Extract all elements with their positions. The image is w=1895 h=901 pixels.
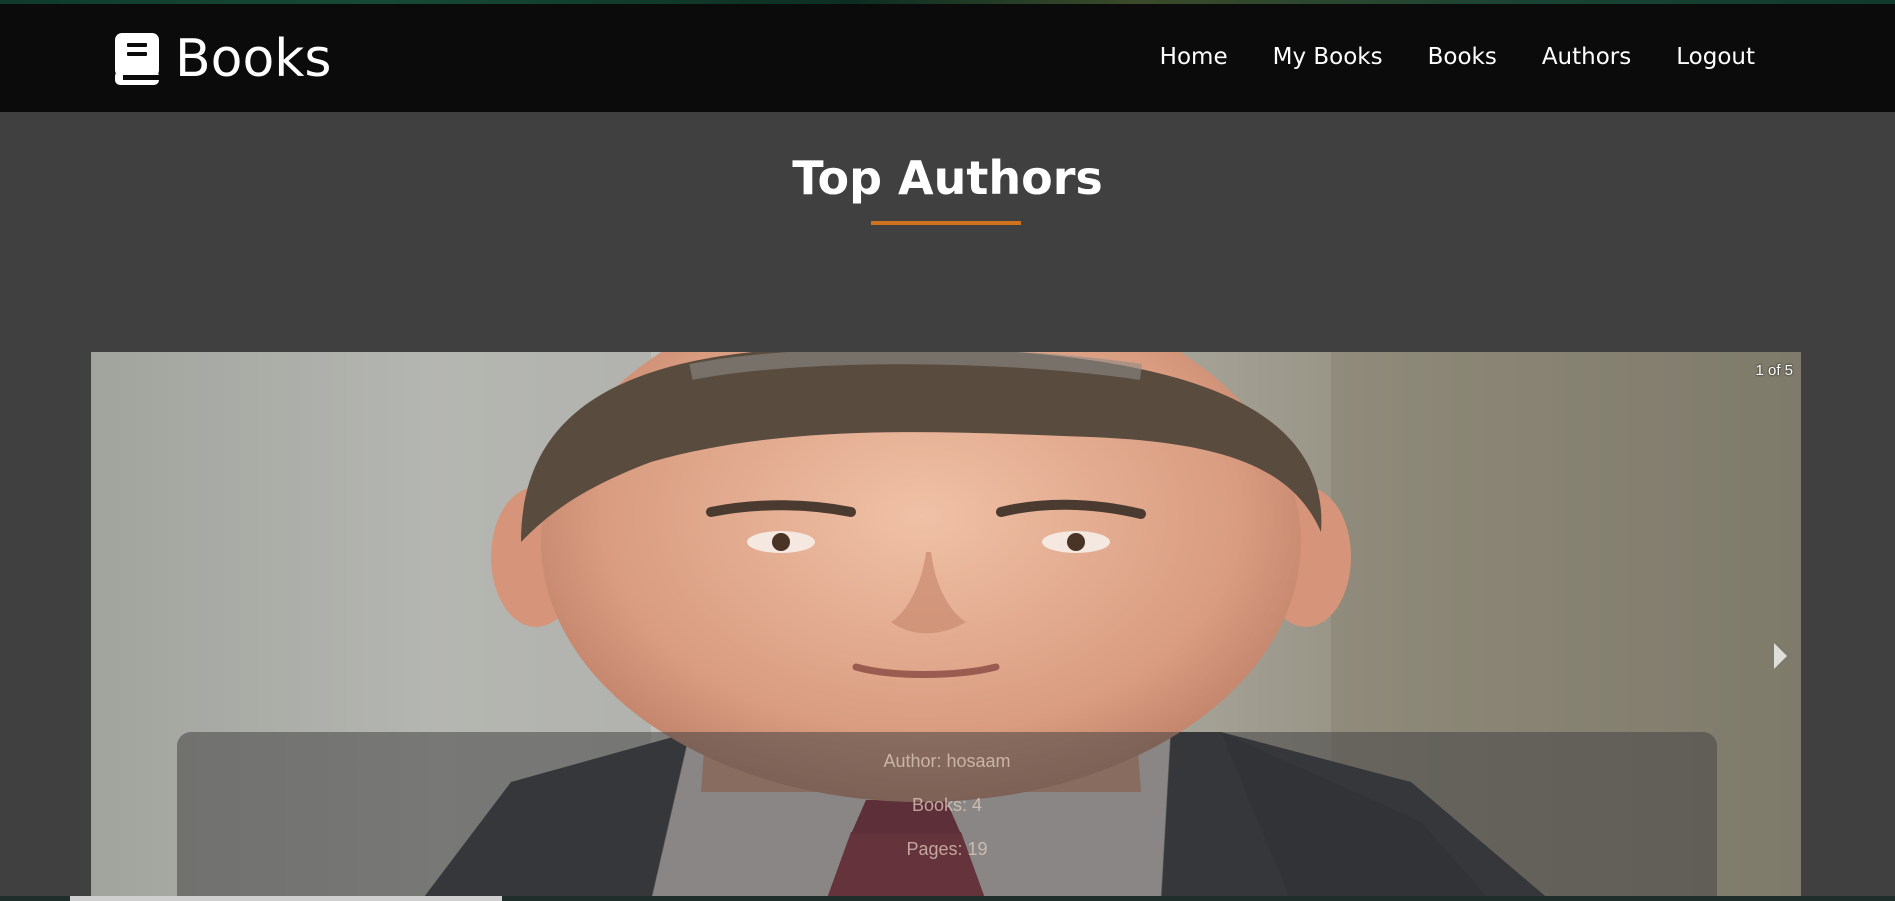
book-icon bbox=[115, 33, 159, 85]
authors-carousel[interactable]: 1 of 5 Author: hosaam Books: 4 Pages: 19 bbox=[91, 352, 1801, 901]
scrollbar-thumb[interactable] bbox=[70, 896, 502, 901]
nav-books[interactable]: Books bbox=[1428, 42, 1497, 72]
nav-my-books[interactable]: My Books bbox=[1273, 42, 1383, 72]
nav-home[interactable]: Home bbox=[1160, 42, 1228, 72]
slide-counter: 1 of 5 bbox=[1755, 362, 1793, 379]
chevron-right-icon[interactable] bbox=[1774, 643, 1787, 669]
author-name: Author: hosaam bbox=[883, 751, 1011, 771]
nav-authors[interactable]: Authors bbox=[1542, 42, 1631, 72]
brand-name: Books bbox=[175, 29, 332, 89]
title-underline bbox=[871, 221, 1021, 225]
nav-logout[interactable]: Logout bbox=[1676, 42, 1755, 72]
main-nav: Home My Books Books Authors Logout bbox=[1115, 42, 1755, 72]
section-title: Top Authors bbox=[792, 151, 1103, 205]
author-caption: Author: hosaam Books: 4 Pages: 19 bbox=[177, 732, 1717, 901]
site-header: Books Home My Books Books Authors Logout bbox=[0, 4, 1895, 112]
brand-logo[interactable]: Books bbox=[113, 31, 332, 87]
author-books-count: Books: 4 bbox=[911, 795, 983, 815]
author-pages-count: Pages: 19 bbox=[906, 839, 988, 859]
